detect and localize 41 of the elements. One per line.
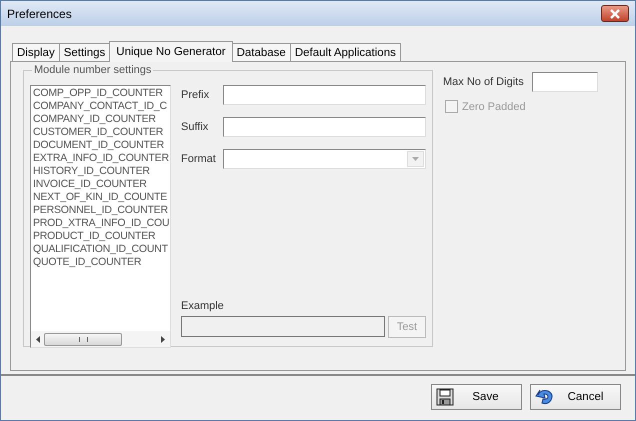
save-button[interactable]: Save	[431, 384, 522, 410]
dropdown-arrow-icon	[412, 157, 419, 161]
list-item[interactable]: NEXT_OF_KIN_ID_COUNTE	[33, 191, 168, 204]
field-label: Max No of Digits	[443, 76, 524, 88]
tab[interactable]: Settings	[58, 43, 110, 61]
text-field[interactable]	[223, 85, 426, 105]
module-list[interactable]	[30, 85, 171, 348]
window-title: Preferences	[7, 6, 72, 20]
field-label: Format	[181, 153, 217, 165]
list-item[interactable]: EXTRA_INFO_ID_COUNTER	[33, 152, 168, 165]
list-item[interactable]: PRODUCT_ID_COUNTER	[33, 230, 168, 243]
close-button[interactable]	[601, 5, 629, 22]
list-item[interactable]: QUALIFICATION_ID_COUNT	[33, 243, 168, 256]
list-item[interactable]: INVOICE_ID_COUNTER	[33, 178, 168, 191]
tab[interactable]: Unique No Generator	[109, 41, 233, 62]
list-item[interactable]: CUSTOMER_ID_COUNTER	[33, 126, 168, 139]
close-icon	[609, 8, 621, 18]
scroll-thumb[interactable]	[44, 332, 122, 346]
list-item[interactable]: QUOTE_ID_COUNTER	[33, 256, 168, 269]
tab[interactable]: Display	[12, 43, 60, 61]
field-label: Suffix	[181, 121, 210, 133]
group-title: Module number settings	[33, 64, 152, 76]
tab[interactable]: Database	[232, 43, 291, 61]
left-arrow-icon	[36, 336, 41, 342]
field-label: Prefix	[181, 89, 210, 101]
text-field[interactable]	[223, 117, 426, 137]
undo-arrow-icon	[535, 388, 555, 406]
tab[interactable]: Default Applications	[290, 43, 401, 61]
field-label: Example	[181, 300, 225, 312]
right-arrow-icon	[160, 336, 165, 342]
horizontal-scrollbar[interactable]	[31, 331, 170, 347]
list-item[interactable]: DOCUMENT_ID_COUNTER	[33, 139, 168, 152]
list-item[interactable]: COMPANY_CONTACT_ID_C	[33, 100, 168, 113]
list-item[interactable]: PERSONNEL_ID_COUNTER	[33, 204, 168, 217]
digits-field[interactable]	[532, 72, 598, 92]
list-item[interactable]: COMPANY_ID_COUNTER	[33, 113, 168, 126]
list-item[interactable]: PROD_XTRA_INFO_ID_COU	[33, 217, 168, 230]
cancel-button[interactable]: Cancel	[530, 384, 621, 410]
dropdown-field[interactable]	[223, 149, 426, 169]
list-item[interactable]: COMP_OPP_ID_COUNTER	[33, 87, 168, 100]
list-item[interactable]: HISTORY_ID_COUNTER	[33, 165, 168, 178]
